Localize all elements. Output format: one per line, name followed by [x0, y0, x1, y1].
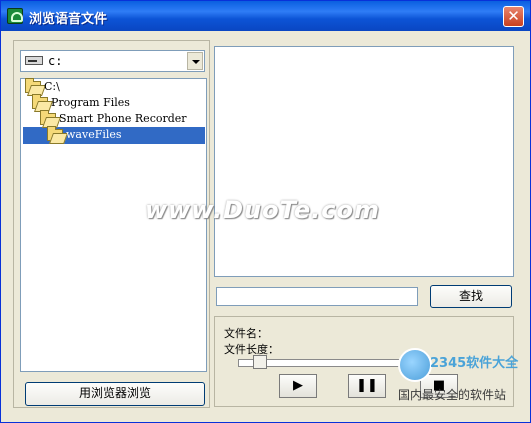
close-button[interactable]: ✕ — [503, 6, 524, 27]
file-name-label: 文件名： — [224, 327, 268, 340]
search-button[interactable]: 查找 — [430, 285, 512, 308]
browse-in-browser-button[interactable]: 用浏览器浏览 — [25, 382, 205, 406]
watermark-text: www.DuoTe.com — [145, 196, 380, 224]
file-list-pane[interactable] — [214, 46, 514, 277]
tree-item-label: C:\ — [44, 80, 60, 93]
open-folder-icon — [47, 126, 63, 141]
logo-subtext: 国内最安全的软件站 — [398, 388, 507, 402]
slider-thumb[interactable] — [253, 355, 267, 369]
pause-icon: ❚❚ — [356, 378, 378, 393]
tree-item-label: Program Files — [51, 96, 130, 109]
search-input[interactable] — [216, 287, 418, 306]
open-folder-icon — [32, 94, 48, 109]
logo-icon — [398, 348, 432, 382]
tree-item-label: waveFiles — [66, 128, 122, 141]
play-icon: ▶ — [293, 378, 303, 393]
window-title: 浏览语音文件 — [29, 12, 108, 27]
app-icon — [7, 8, 23, 24]
site-logo-overlay: 2345软件大全 国内最安全的软件站 — [398, 348, 528, 406]
drive-icon — [25, 56, 43, 65]
play-button[interactable]: ▶ — [279, 374, 317, 398]
tree-item-label: Smart Phone Recorder — [59, 112, 187, 125]
title-bar[interactable]: 浏览语音文件 ✕ — [1, 1, 530, 31]
drive-select[interactable]: c: — [20, 50, 205, 72]
chevron-down-icon[interactable] — [187, 52, 203, 70]
file-length-label: 文件长度： — [224, 343, 279, 356]
drive-select-value: c: — [48, 54, 63, 68]
logo-text: 2345软件大全 — [430, 356, 519, 371]
open-folder-icon — [25, 78, 41, 93]
pause-button[interactable]: ❚❚ — [348, 374, 386, 398]
open-folder-icon — [40, 110, 56, 125]
